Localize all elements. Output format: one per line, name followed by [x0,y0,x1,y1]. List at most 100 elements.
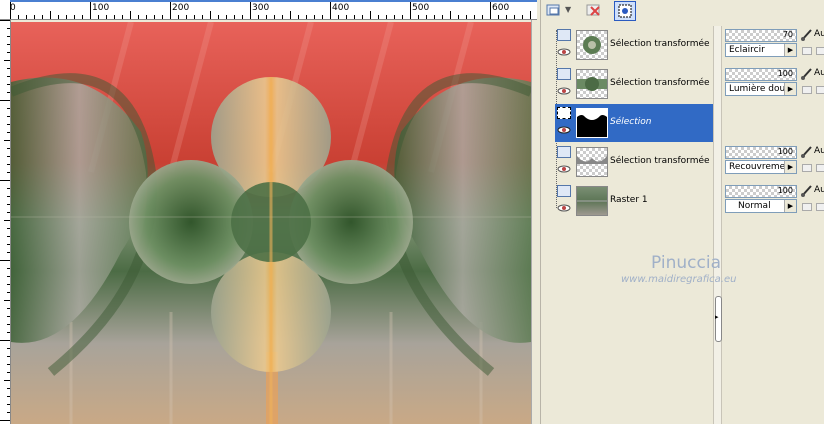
ruler-tick [7,68,10,69]
ruler-tick [490,0,491,19]
ruler-tick [482,15,483,19]
layer-row[interactable]: Sélection transformée 1 [555,26,718,64]
ruler-tick [7,156,10,157]
layer-list-scrollbar[interactable]: ▸ [713,26,722,424]
lock-icon[interactable] [802,203,812,211]
expand-arrow-icon[interactable]: ▸ [715,313,719,321]
ruler-tick [226,15,227,19]
ruler-tick [90,0,91,19]
layer-row-selected[interactable]: Sélection [555,104,713,142]
ruler-tick [210,11,211,19]
ruler-tick [7,28,10,29]
lock-icon[interactable] [802,164,812,172]
image-canvas[interactable] [11,22,531,424]
eye-icon[interactable] [557,126,571,134]
ruler-tick [194,15,195,19]
ruler-tick [426,15,427,19]
ruler-tick [0,260,10,261]
ruler-tick [7,396,10,397]
ruler-tick [7,292,10,293]
opacity-field[interactable]: 100 [725,68,797,81]
ruler-tick [7,276,10,277]
dropdown-arrow-icon[interactable]: ▶ [784,83,796,95]
ruler-tick [7,148,10,149]
opacity-field[interactable]: 70 [725,29,797,42]
layer-thumbnail [576,186,608,216]
ruler-tick [434,15,435,19]
layer-row[interactable]: Sélection transformée [555,65,713,103]
link-icon[interactable] [816,47,824,55]
dropdown-arrow-icon[interactable]: ▶ [784,200,796,212]
ruler-tick [4,220,10,221]
paint-brush-icon[interactable] [800,28,813,42]
mask-button[interactable] [614,1,636,21]
dropdown-arrow-icon[interactable]: ▶ [784,161,796,173]
layer-row[interactable]: Sélection transformée 2 [555,143,718,181]
ruler-tick [4,60,10,61]
opacity-field[interactable]: 100 [725,146,797,159]
ruler-tick [266,15,267,19]
ruler-tick [234,15,235,19]
paint-brush-icon[interactable] [800,67,813,81]
ruler-tick [7,364,10,365]
ruler-tick [7,52,10,53]
ruler-tick [4,140,10,141]
link-icon[interactable] [816,203,824,211]
ruler-tick [7,316,10,317]
ruler-tick [498,15,499,19]
layer-properties: 70 Eclaircir ▶ Au 100 Lumière douce ▶ Au [725,26,824,424]
ruler-tick [7,188,10,189]
layer-name: Sélection transformée 2 [610,156,719,166]
layer-list: Sélection transformée 1 Sélection transf… [555,26,718,424]
delete-layer-button[interactable] [583,1,605,21]
vertical-scrollbar[interactable] [531,20,540,424]
canvas-area[interactable]: 0 100 200 300 400 500 600 [0,0,540,424]
ruler-tick [7,92,10,93]
ruler-label: 500 [412,3,430,13]
ruler-tick [7,388,10,389]
paint-brush-icon[interactable] [800,145,813,159]
ruler-tick [298,15,299,19]
layer-thumbnail [576,147,608,177]
eye-icon[interactable] [557,165,571,173]
ruler-tick [7,348,10,349]
ruler-tick [0,340,10,341]
paint-brush-icon[interactable] [800,184,813,198]
layer-thumbnail [576,69,608,99]
blend-mode-select[interactable]: Recouvrement ▶ [725,160,797,174]
ruler-tick [442,15,443,19]
blend-mode-value: Normal [738,201,771,211]
dropdown-arrow-icon[interactable]: ▶ [784,44,796,56]
horizontal-ruler: 0 100 200 300 400 500 600 [10,0,537,20]
ruler-label: 100 [92,3,110,13]
ruler-tick [138,15,139,19]
new-layer-dropdown-arrow[interactable]: ▼ [565,5,571,14]
ruler-tick [122,15,123,19]
lock-icon[interactable] [802,86,812,94]
opacity-field[interactable]: 100 [725,185,797,198]
eye-icon[interactable] [557,87,571,95]
mask-icon [618,4,632,18]
eye-icon[interactable] [557,48,571,56]
ruler-tick [7,332,10,333]
ruler-tick [0,180,10,181]
link-icon[interactable] [816,86,824,94]
ruler-tick [7,132,10,133]
new-layer-button[interactable] [543,1,565,21]
layer-row[interactable]: Raster 1 [555,182,713,220]
blend-mode-select[interactable]: Lumière douce ▶ [725,82,797,96]
vertical-ruler [0,20,11,424]
ruler-tick [34,15,35,19]
link-icon[interactable] [816,164,824,172]
blend-mode-select[interactable]: Normal ▶ [725,199,797,213]
ruler-tick [514,15,515,19]
horizontal-scroll-indicator[interactable] [10,0,537,2]
eye-icon[interactable] [557,204,571,212]
ruler-tick [458,15,459,19]
ruler-tick [178,15,179,19]
lock-icon[interactable] [802,47,812,55]
ruler-tick [7,172,10,173]
ruler-tick [474,15,475,19]
blend-mode-select[interactable]: Eclaircir ▶ [725,43,797,57]
auto-label: Au [814,146,824,156]
